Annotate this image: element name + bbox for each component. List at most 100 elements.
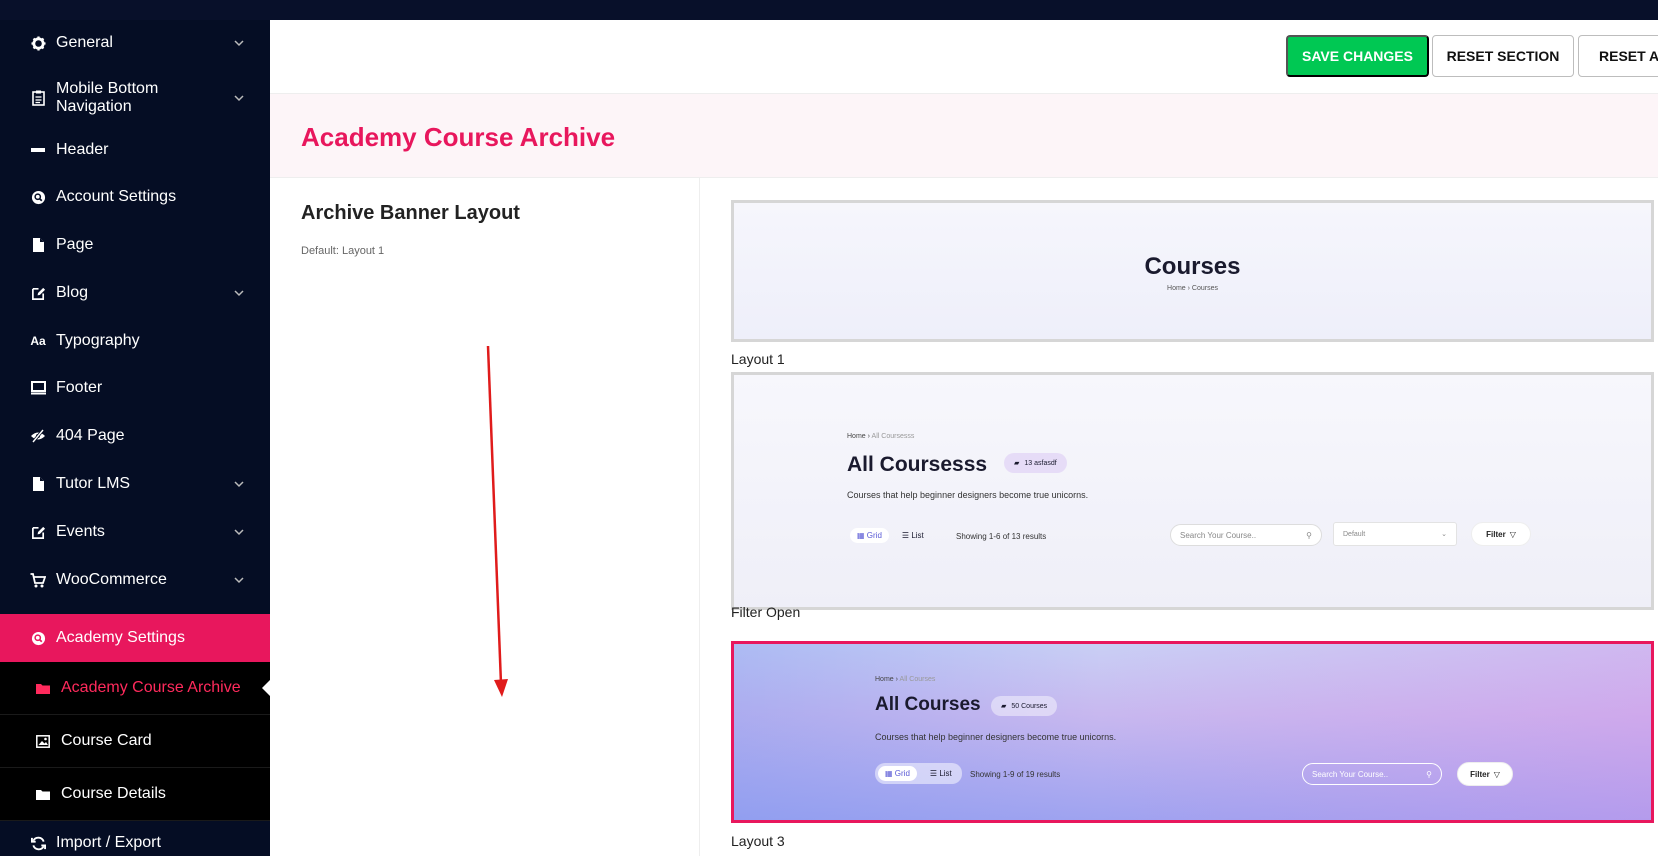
chevron-down-icon: ⌄ — [1441, 531, 1447, 538]
sidebar-subitem-label: Course Card — [61, 732, 152, 749]
save-changes-button[interactable]: SAVE CHANGES — [1286, 35, 1429, 77]
refresh-icon — [30, 835, 46, 851]
image-icon — [35, 733, 51, 749]
chevron-down-icon — [234, 290, 244, 297]
chevron-down-icon — [234, 577, 244, 584]
sidebar-item-label: General — [56, 34, 113, 51]
chevron-down-icon — [234, 481, 244, 488]
layout-option-layout-3[interactable]: Home › All Courses All Courses ▰ 50 Cours… — [731, 641, 1654, 823]
chevron-down-icon — [234, 95, 244, 102]
search-circle-icon — [30, 630, 46, 646]
minus-icon — [30, 142, 46, 158]
preview-title: All Coursesss — [847, 453, 988, 476]
layout-option-layout-1[interactable]: Courses Home › Courses — [731, 200, 1654, 342]
sidebar-item-label: 404 Page — [56, 427, 125, 444]
sidebar-item-page[interactable]: Page — [0, 230, 270, 260]
sidebar-subitem-label: Course Details — [61, 785, 166, 802]
preview-search: Search Your Course.. ⚲ — [1170, 524, 1322, 546]
sidebar-item-label: Header — [56, 141, 109, 158]
book-icon: ▰ — [1014, 460, 1020, 467]
search-circle-icon — [30, 189, 46, 205]
field-title: Archive Banner Layout — [301, 202, 520, 224]
file-icon — [30, 237, 46, 253]
preview-results: Showing 1-9 of 19 results — [970, 770, 1061, 779]
file-icon — [30, 476, 46, 492]
preview-search: Search Your Course.. ⚲ — [1302, 763, 1442, 785]
sidebar-item-label: WooCommerce — [56, 571, 167, 588]
top-bar — [0, 0, 1658, 20]
filter-icon: ▽ — [1509, 529, 1516, 539]
monitor-icon — [30, 380, 46, 396]
sidebar-subitem-academy-course-archive[interactable]: Academy Course Archive — [0, 662, 270, 715]
sidebar-item-header[interactable]: Header — [0, 135, 270, 165]
chevron-down-icon — [234, 529, 244, 536]
main-panel: SAVE CHANGES RESET SECTION RESET AL Acad… — [270, 20, 1658, 856]
sidebar-subitem-course-card[interactable]: Course Card — [0, 715, 270, 768]
grid-tab: ▦ Grid — [850, 528, 889, 543]
sidebar-item-blog[interactable]: Blog — [0, 278, 270, 308]
sidebar-subitem-label: Academy Course Archive — [61, 679, 241, 696]
filter-icon: ▽ — [1493, 769, 1500, 779]
search-icon: ⚲ — [1426, 769, 1432, 779]
preview-subtitle: Courses that help beginner designers bec… — [847, 490, 1089, 500]
search-icon: ⚲ — [1306, 530, 1312, 540]
preview-breadcrumb: Home › All Coursesss — [847, 433, 915, 440]
sidebar-item-import-export[interactable]: Import / Export — [0, 828, 270, 856]
preview-view-tabs: ▦ Grid ☰ List — [875, 763, 962, 784]
sidebar: General Mobile Bottom Navigation Header … — [0, 20, 270, 856]
sidebar-item-general[interactable]: General — [0, 28, 270, 58]
current-indicator — [262, 680, 270, 696]
gear-icon — [30, 35, 46, 51]
field-description: Default: Layout 1 — [301, 245, 385, 257]
page-title: Academy Course Archive — [301, 122, 616, 152]
preview-filter-button: Filter ▽ — [1471, 522, 1531, 546]
field-info: Archive Banner Layout Default: Layout 1 — [270, 178, 700, 856]
chevron-down-icon — [234, 40, 244, 47]
sidebar-item-label: Typography — [56, 332, 140, 349]
layout-option-label: Layout 3 — [731, 833, 785, 849]
reset-all-button[interactable]: RESET AL — [1578, 35, 1658, 77]
sidebar-item-woocommerce[interactable]: WooCommerce — [0, 565, 270, 595]
sidebar-item-mobile-bottom-navigation[interactable]: Mobile Bottom Navigation — [0, 76, 270, 120]
list-tab: ☰ List — [929, 769, 952, 778]
preview-badge: ▰ 13 asfasdf — [1004, 453, 1067, 473]
sidebar-item-academy-settings[interactable]: Academy Settings — [0, 614, 270, 662]
sidebar-subitem-course-details[interactable]: Course Details — [0, 768, 270, 821]
clipboard-icon — [30, 90, 46, 106]
sidebar-item-label: Account Settings — [56, 188, 177, 205]
edit-icon — [30, 524, 46, 540]
sidebar-item-404-page[interactable]: 404 Page — [0, 421, 270, 451]
folder-icon — [35, 786, 51, 802]
preview-results: Showing 1-6 of 13 results — [956, 532, 1047, 541]
preview-title: All Courses — [875, 694, 981, 715]
sidebar-item-footer[interactable]: Footer — [0, 373, 270, 403]
sidebar-item-label: Import / Export — [56, 834, 161, 851]
preview-breadcrumb: Home › All Courses — [875, 676, 936, 683]
sidebar-item-tutor-lms[interactable]: Tutor LMS — [0, 469, 270, 499]
layout-option-filter-open[interactable]: Home › All Coursesss All Coursesss ▰ 13 a… — [731, 372, 1654, 610]
sidebar-item-account-settings[interactable]: Account Settings — [0, 182, 270, 212]
preview-sort-select: Default ⌄ — [1333, 522, 1457, 546]
sidebar-item-label: Tutor LMS — [56, 475, 131, 492]
cart-icon — [30, 572, 46, 588]
sidebar-item-label: Blog — [56, 284, 89, 301]
sidebar-item-label: Mobile Bottom Navigation — [56, 80, 159, 115]
action-bar: SAVE CHANGES RESET SECTION RESET AL — [270, 20, 1658, 94]
preview-filter-button: Filter ▽ — [1457, 762, 1513, 786]
reset-section-button[interactable]: RESET SECTION — [1432, 35, 1574, 77]
sidebar-item-label: Footer — [56, 379, 103, 396]
preview-subtitle: Courses that help beginner designers bec… — [875, 732, 1117, 742]
sidebar-item-events[interactable]: Events — [0, 517, 270, 547]
sidebar-item-typography[interactable]: Aa Typography — [0, 326, 270, 356]
edit-icon — [30, 285, 46, 301]
preview-view-tabs: ▦ Grid ☰ List — [847, 525, 934, 546]
book-icon: ▰ — [1001, 703, 1007, 710]
preview-title: Courses — [1144, 253, 1241, 280]
layout-option-label: Layout 1 — [731, 351, 785, 367]
preview-breadcrumb: Home › Courses — [1167, 285, 1218, 292]
preview-badge: ▰ 50 Courses — [991, 696, 1058, 716]
sidebar-item-label: Events — [56, 523, 105, 540]
eye-slash-icon — [30, 428, 46, 444]
grid-tab: ▦ Grid — [878, 766, 917, 781]
font-icon: Aa — [30, 334, 46, 348]
